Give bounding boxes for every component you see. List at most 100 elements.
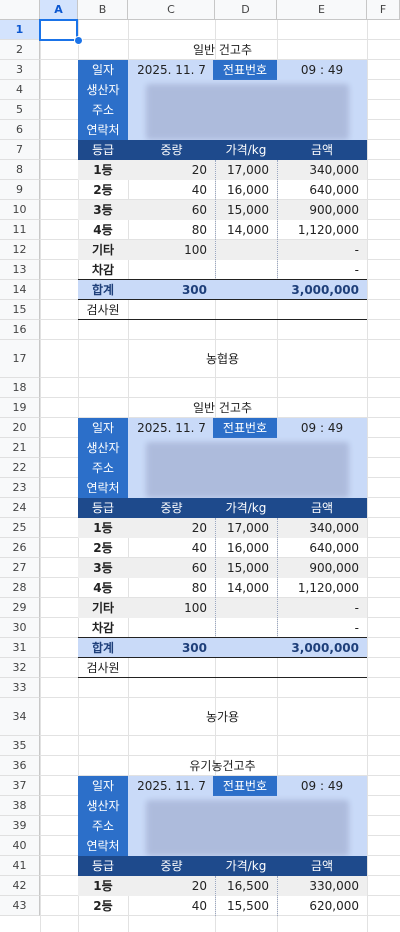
price-cell[interactable] bbox=[215, 260, 277, 280]
price-cell[interactable]: 15,000 bbox=[215, 200, 277, 220]
select-all-corner[interactable] bbox=[0, 0, 40, 20]
row-header-17[interactable]: 17 bbox=[0, 340, 40, 378]
grade-cell[interactable]: 2등 bbox=[78, 896, 128, 916]
row-header-33[interactable]: 33 bbox=[0, 678, 40, 698]
weight-cell[interactable]: 100 bbox=[128, 598, 215, 618]
grade-cell[interactable]: 1등 bbox=[78, 876, 128, 896]
weight-cell[interactable] bbox=[128, 618, 215, 638]
row-header-38[interactable]: 38 bbox=[0, 796, 40, 816]
column-header-a[interactable]: A bbox=[40, 0, 78, 20]
row-header-35[interactable]: 35 bbox=[0, 736, 40, 756]
grade-cell[interactable]: 차감 bbox=[78, 618, 128, 638]
grade-cell[interactable]: 4등 bbox=[78, 578, 128, 598]
price-cell[interactable]: 16,000 bbox=[215, 538, 277, 558]
grade-cell[interactable]: 기타 bbox=[78, 598, 128, 618]
row-header-26[interactable]: 26 bbox=[0, 538, 40, 558]
grade-cell[interactable]: 1등 bbox=[78, 160, 128, 180]
amount-cell[interactable]: 620,000 bbox=[277, 896, 367, 916]
weight-cell[interactable]: 20 bbox=[128, 876, 215, 896]
row-header-19[interactable]: 19 bbox=[0, 398, 40, 418]
row-header-40[interactable]: 40 bbox=[0, 836, 40, 856]
column-header-e[interactable]: E bbox=[277, 0, 367, 20]
date-value[interactable]: 2025. 11. 7 bbox=[128, 418, 215, 438]
amount-cell[interactable]: 900,000 bbox=[277, 558, 367, 578]
weight-cell[interactable]: 20 bbox=[128, 518, 215, 538]
weight-cell[interactable]: 40 bbox=[128, 538, 215, 558]
row-header-23[interactable]: 23 bbox=[0, 478, 40, 498]
amount-cell[interactable]: 340,000 bbox=[277, 518, 367, 538]
row-header-7[interactable]: 7 bbox=[0, 140, 40, 160]
row-header-30[interactable]: 30 bbox=[0, 618, 40, 638]
row-header-27[interactable]: 27 bbox=[0, 558, 40, 578]
price-cell[interactable]: 16,500 bbox=[215, 876, 277, 896]
column-header-d[interactable]: D bbox=[215, 0, 277, 20]
row-header-25[interactable]: 25 bbox=[0, 518, 40, 538]
price-cell[interactable] bbox=[215, 618, 277, 638]
row-header-42[interactable]: 42 bbox=[0, 876, 40, 896]
column-header-b[interactable]: B bbox=[78, 0, 128, 20]
row-header-41[interactable]: 41 bbox=[0, 856, 40, 876]
time-value[interactable]: 09 : 49 bbox=[277, 60, 367, 80]
time-value[interactable]: 09 : 49 bbox=[277, 776, 367, 796]
amount-cell[interactable]: 640,000 bbox=[277, 180, 367, 200]
date-value[interactable]: 2025. 11. 7 bbox=[128, 60, 215, 80]
column-header-f[interactable]: F bbox=[367, 0, 400, 20]
grade-cell[interactable]: 1등 bbox=[78, 518, 128, 538]
row-header-32[interactable]: 32 bbox=[0, 658, 40, 678]
grade-cell[interactable]: 2등 bbox=[78, 180, 128, 200]
row-header-10[interactable]: 10 bbox=[0, 200, 40, 220]
row-header-13[interactable]: 13 bbox=[0, 260, 40, 280]
grade-cell[interactable]: 3등 bbox=[78, 558, 128, 578]
weight-cell[interactable]: 60 bbox=[128, 200, 215, 220]
row-header-21[interactable]: 21 bbox=[0, 438, 40, 458]
row-header-43[interactable]: 43 bbox=[0, 896, 40, 916]
weight-cell[interactable]: 40 bbox=[128, 896, 215, 916]
row-header-6[interactable]: 6 bbox=[0, 120, 40, 140]
grade-cell[interactable]: 2등 bbox=[78, 538, 128, 558]
amount-cell[interactable]: - bbox=[277, 240, 367, 260]
row-header-14[interactable]: 14 bbox=[0, 280, 40, 300]
row-header-16[interactable]: 16 bbox=[0, 320, 40, 340]
grade-cell[interactable]: 3등 bbox=[78, 200, 128, 220]
grade-cell[interactable]: 차감 bbox=[78, 260, 128, 280]
price-cell[interactable] bbox=[215, 240, 277, 260]
row-header-15[interactable]: 15 bbox=[0, 300, 40, 320]
row-header-36[interactable]: 36 bbox=[0, 756, 40, 776]
price-cell[interactable]: 14,000 bbox=[215, 578, 277, 598]
weight-cell[interactable]: 40 bbox=[128, 180, 215, 200]
row-header-31[interactable]: 31 bbox=[0, 638, 40, 658]
row-header-18[interactable]: 18 bbox=[0, 378, 40, 398]
total-weight[interactable]: 300 bbox=[128, 638, 215, 658]
row-header-3[interactable]: 3 bbox=[0, 60, 40, 80]
row-header-5[interactable]: 5 bbox=[0, 100, 40, 120]
price-cell[interactable]: 16,000 bbox=[215, 180, 277, 200]
amount-cell[interactable]: - bbox=[277, 260, 367, 280]
price-cell[interactable]: 14,000 bbox=[215, 220, 277, 240]
price-cell[interactable]: 17,000 bbox=[215, 160, 277, 180]
price-cell[interactable]: 15,500 bbox=[215, 896, 277, 916]
total-amount[interactable]: 3,000,000 bbox=[277, 638, 367, 658]
amount-cell[interactable]: - bbox=[277, 598, 367, 618]
row-header-20[interactable]: 20 bbox=[0, 418, 40, 438]
amount-cell[interactable]: 1,120,000 bbox=[277, 220, 367, 240]
weight-cell[interactable] bbox=[128, 260, 215, 280]
row-header-39[interactable]: 39 bbox=[0, 816, 40, 836]
amount-cell[interactable]: - bbox=[277, 618, 367, 638]
amount-cell[interactable]: 330,000 bbox=[277, 876, 367, 896]
weight-cell[interactable]: 100 bbox=[128, 240, 215, 260]
row-header-1[interactable]: 1 bbox=[0, 20, 40, 40]
row-header-9[interactable]: 9 bbox=[0, 180, 40, 200]
row-header-8[interactable]: 8 bbox=[0, 160, 40, 180]
weight-cell[interactable]: 80 bbox=[128, 578, 215, 598]
row-header-2[interactable]: 2 bbox=[0, 40, 40, 60]
weight-cell[interactable]: 60 bbox=[128, 558, 215, 578]
date-value[interactable]: 2025. 11. 7 bbox=[128, 776, 215, 796]
amount-cell[interactable]: 900,000 bbox=[277, 200, 367, 220]
row-header-4[interactable]: 4 bbox=[0, 80, 40, 100]
row-header-22[interactable]: 22 bbox=[0, 458, 40, 478]
amount-cell[interactable]: 1,120,000 bbox=[277, 578, 367, 598]
total-amount[interactable]: 3,000,000 bbox=[277, 280, 367, 300]
total-weight[interactable]: 300 bbox=[128, 280, 215, 300]
grade-cell[interactable]: 4등 bbox=[78, 220, 128, 240]
grade-cell[interactable]: 기타 bbox=[78, 240, 128, 260]
